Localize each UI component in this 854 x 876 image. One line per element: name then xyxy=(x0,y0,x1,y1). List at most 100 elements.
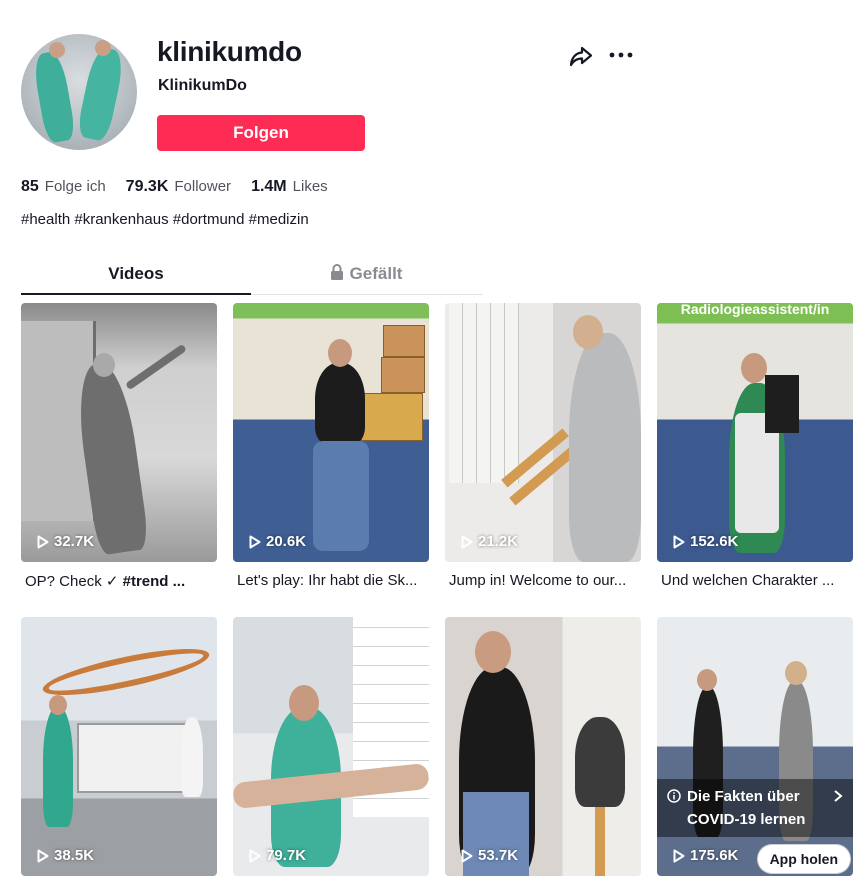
locker xyxy=(491,303,505,483)
video-card[interactable]: 32.7K OP? Check ✓ #trend ... xyxy=(21,303,217,590)
profile-stats: 85 Folge ich 79.3K Follower 1.4M Likes xyxy=(21,178,328,196)
view-count: 152.6K xyxy=(673,533,738,550)
view-count: 53.7K xyxy=(461,847,518,864)
view-count: 175.6K xyxy=(673,847,738,864)
video-card[interactable]: 38.5K xyxy=(21,617,217,876)
video-thumbnail[interactable]: 38.5K xyxy=(21,617,217,876)
view-count: 20.6K xyxy=(249,533,306,550)
play-icon xyxy=(673,849,685,862)
sculpture xyxy=(39,639,213,705)
person-head xyxy=(49,695,67,715)
video-card[interactable]: 20.6K Let's play: Ihr habt die Sk... xyxy=(233,303,429,589)
profile-tabs: Videos Gefällt xyxy=(21,259,483,295)
profile-username: klinikumdo xyxy=(157,36,302,67)
share-icon[interactable] xyxy=(568,43,594,69)
view-count-text: 79.7K xyxy=(266,847,307,864)
play-icon xyxy=(37,535,49,548)
video-caption[interactable]: Jump in! Welcome to our... xyxy=(449,572,641,589)
person-legs xyxy=(313,441,369,551)
view-count-text: 175.6K xyxy=(690,847,739,864)
cardboard-box xyxy=(381,357,425,393)
get-app-button[interactable]: App holen xyxy=(756,844,851,874)
tab-underline xyxy=(21,293,251,295)
video-caption[interactable]: OP? Check ✓ #trend ... xyxy=(25,572,217,590)
person-head xyxy=(697,669,717,691)
person-figure xyxy=(575,717,625,807)
view-count-text: 53.7K xyxy=(478,847,519,864)
view-count: 21.2K xyxy=(461,533,518,550)
view-count: 79.7K xyxy=(249,847,306,864)
hospital-bed xyxy=(77,723,197,793)
person-head xyxy=(573,315,603,349)
tab-label: Gefällt xyxy=(349,264,403,283)
covid-banner-text: Die Fakten über COVID-19 lernen xyxy=(687,788,806,828)
caption-hashtag[interactable]: #trend ... xyxy=(123,573,186,590)
video-card[interactable]: 79.7K xyxy=(233,617,429,876)
person-figure xyxy=(569,333,641,562)
stat-following[interactable]: 85 Folge ich xyxy=(21,178,106,196)
locker xyxy=(463,303,477,483)
video-thumbnail[interactable]: 20.6K xyxy=(233,303,429,562)
play-icon xyxy=(249,535,261,548)
avatar-figure xyxy=(31,50,77,144)
more-icon[interactable] xyxy=(608,42,634,68)
video-caption[interactable]: Let's play: Ihr habt die Sk... xyxy=(237,572,429,589)
lock-icon xyxy=(330,264,343,280)
video-card[interactable]: 21.2K Jump in! Welcome to our... xyxy=(445,303,641,589)
chevron-right-icon xyxy=(834,790,843,802)
avatar-figure xyxy=(75,45,127,143)
stat-label: Folge ich xyxy=(44,178,106,195)
person-head xyxy=(475,631,511,673)
tab-liked[interactable]: Gefällt xyxy=(251,259,481,295)
view-count-text: 38.5K xyxy=(54,847,95,864)
view-count: 32.7K xyxy=(37,533,94,550)
tab-videos[interactable]: Videos xyxy=(21,259,251,295)
tab-label: Videos xyxy=(108,264,164,283)
person-head xyxy=(289,685,319,721)
video-thumbnail[interactable]: 79.7K xyxy=(233,617,429,876)
view-count-text: 20.6K xyxy=(266,533,307,550)
person-arm xyxy=(125,343,187,391)
person-figure xyxy=(181,717,203,797)
video-thumbnail[interactable]: 53.7K xyxy=(445,617,641,876)
profile-avatar[interactable] xyxy=(21,34,137,150)
person-head xyxy=(328,339,352,367)
view-count: 38.5K xyxy=(37,847,94,864)
view-count-text: 152.6K xyxy=(690,533,739,550)
view-count-text: 21.2K xyxy=(478,533,519,550)
cardboard-box xyxy=(383,325,425,357)
caption-text: OP? Check ✓ xyxy=(25,573,123,590)
stat-label: Likes xyxy=(292,178,328,195)
stat-label: Follower xyxy=(174,178,232,195)
person-figure xyxy=(43,707,73,827)
profile-bio: #health #krankenhaus #dortmund #medizin xyxy=(21,211,309,228)
view-count-text: 32.7K xyxy=(54,533,95,550)
profile-nickname: KlinikumDo xyxy=(158,77,247,94)
video-caption[interactable]: Und welchen Charakter ... xyxy=(661,572,853,589)
avatar-head xyxy=(49,42,65,58)
cardboard-box xyxy=(361,393,423,441)
person-head xyxy=(741,353,767,383)
stat-value: 79.3K xyxy=(125,178,169,195)
play-icon xyxy=(37,849,49,862)
avatar-head xyxy=(95,40,111,56)
video-card[interactable]: Die Fakten über COVID-19 lernen 175.6K A… xyxy=(657,617,853,876)
stat-value: 1.4M xyxy=(251,178,287,195)
video-thumbnail[interactable]: 32.7K xyxy=(21,303,217,562)
video-thumbnail[interactable]: Radiologieassistent/in 152.6K xyxy=(657,303,853,562)
video-card[interactable]: Radiologieassistent/in 152.6K Und welche… xyxy=(657,303,853,589)
video-text-banner: Radiologieassistent/in xyxy=(657,303,853,321)
held-object xyxy=(765,375,799,433)
stat-followers[interactable]: 79.3K Follower xyxy=(126,178,231,196)
play-icon xyxy=(461,849,473,862)
stat-value: 85 xyxy=(21,178,39,195)
video-thumbnail[interactable]: Die Fakten über COVID-19 lernen 175.6K A… xyxy=(657,617,853,876)
video-thumbnail[interactable]: 21.2K xyxy=(445,303,641,562)
video-card[interactable]: 53.7K xyxy=(445,617,641,876)
play-icon xyxy=(249,849,261,862)
info-icon xyxy=(667,789,681,803)
covid-info-banner[interactable]: Die Fakten über COVID-19 lernen xyxy=(657,779,853,837)
play-icon xyxy=(673,535,685,548)
person-head xyxy=(93,353,115,377)
follow-button[interactable]: Folgen xyxy=(157,115,365,151)
